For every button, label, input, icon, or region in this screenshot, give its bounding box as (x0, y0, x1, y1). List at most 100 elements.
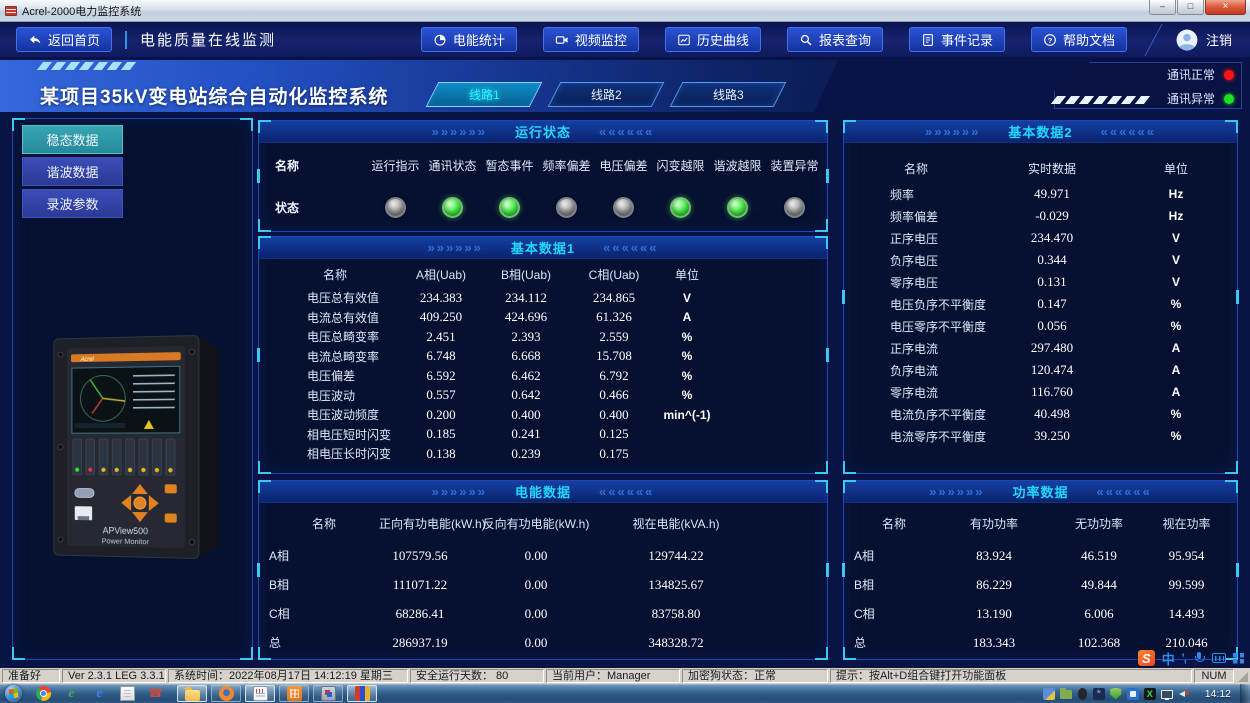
start-orb (5, 685, 22, 702)
divider (125, 31, 127, 49)
tray-folder-icon[interactable] (1060, 690, 1072, 699)
taskbar-app-explorer-folder-icon[interactable] (177, 685, 207, 702)
power-data-table: 名称有功功率无功功率视在功率A相83.92446.51995.954B相86.2… (844, 503, 1237, 657)
cell-value: 0.400 (481, 407, 571, 423)
nav-button-history-curve[interactable]: 历史曲线 (665, 27, 761, 52)
line-tabs: 线路1线路2线路3 (432, 82, 780, 107)
tray-mouse-icon[interactable] (1078, 688, 1087, 700)
row-label: 频率 (854, 186, 978, 203)
sidebar-item-稳态数据[interactable]: 稳态数据 (22, 125, 123, 154)
sogou-logo-icon[interactable]: S (1138, 650, 1155, 666)
row-label: 正序电流 (854, 340, 978, 357)
panel-titlebar: 基本数据1 (259, 237, 827, 259)
cell-value: 0.239 (481, 446, 571, 462)
row-label: 负序电流 (854, 362, 978, 379)
device-brand: Acrel (80, 357, 95, 363)
ie-blue-icon[interactable] (92, 686, 107, 701)
back-home-button[interactable]: 返回首页 (16, 27, 112, 52)
show-desktop-button[interactable] (1240, 684, 1250, 703)
ime-keyboard-icon[interactable] (1212, 653, 1226, 663)
taskbar-app-tools-app-icon[interactable] (313, 685, 343, 702)
sidebar-item-录波参数[interactable]: 录波参数 (22, 189, 123, 218)
table-header-row: 名称实时数据单位 (854, 153, 1227, 183)
tray-display-icon[interactable] (1161, 690, 1173, 699)
row-label: 电压波动 (269, 387, 401, 404)
row-label: 电压负序不平衡度 (854, 296, 978, 313)
table-row: 电压波动0.5570.6420.466% (269, 386, 817, 406)
ie-green-icon[interactable] (64, 686, 79, 701)
panel-title: 功率数据 (1012, 482, 1068, 501)
cell-value: % (657, 369, 717, 383)
nav-button-report-query[interactable]: 报表查询 (787, 27, 883, 52)
status-light-wrap (766, 197, 823, 218)
table-row: A相107579.560.00129744.22 (269, 541, 817, 570)
close-button[interactable]: × (1205, 0, 1246, 15)
panel-corner (815, 647, 828, 660)
nav-button-event-log[interactable]: 事件记录 (909, 27, 1005, 52)
maximize-button[interactable]: □ (1177, 0, 1204, 15)
nav-button-video-monitor[interactable]: 视频监控 (543, 27, 639, 52)
cell-value: 39.250 (978, 428, 1126, 444)
edge-tick (257, 169, 260, 183)
cell-value: 0.147 (978, 296, 1126, 312)
taskbar-app-firefox-icon[interactable] (211, 685, 241, 702)
notepad-icon[interactable] (120, 686, 135, 701)
start-button[interactable] (0, 684, 26, 703)
edge-tick (257, 563, 260, 577)
row-label: 电压波动频度 (269, 406, 401, 423)
tray-bluetooth-icon[interactable] (1093, 688, 1105, 700)
calendar-app-icon (287, 686, 302, 701)
table-row: 电压负序不平衡度0.147% (854, 293, 1227, 315)
tray-volume-icon[interactable] (1178, 688, 1190, 700)
column-header: 名称 (854, 160, 978, 177)
panel-title: 运行状态 (515, 122, 571, 141)
history-curve-icon (677, 33, 691, 47)
table-row: 正序电流297.480A (854, 337, 1227, 359)
nav-button-energy-stats[interactable]: 电能统计 (421, 27, 517, 52)
decor-arrows-icon (427, 241, 482, 254)
panel-corner (240, 118, 253, 131)
nav-button-label: 报表查询 (819, 30, 871, 49)
cell-value: A (1126, 363, 1226, 377)
chrome-icon[interactable] (36, 686, 51, 701)
event-log-icon (921, 33, 935, 47)
top-navbar: 返回首页 电能质量在线监测 电能统计视频监控历史曲线报表查询事件记录?帮助文档 … (0, 22, 1250, 57)
tab-线路1[interactable]: 线路1 (426, 82, 543, 107)
ime-cn-mode-icon[interactable]: 中 (1162, 650, 1175, 666)
cell-value: 409.250 (401, 309, 481, 325)
minimize-button[interactable]: – (1149, 0, 1176, 15)
nav-button-label: 视频监控 (575, 30, 627, 49)
ime-punct-icon[interactable]: ', (1182, 650, 1186, 666)
report-search-icon (799, 33, 813, 47)
dialer-icon[interactable] (148, 686, 163, 701)
tab-线路2[interactable]: 线路2 (548, 82, 665, 107)
tab-label: 线路2 (591, 86, 622, 103)
table-row: B相111071.220.00134825.67 (269, 570, 817, 599)
table-row: 相电压短时闪变0.1850.2410.125 (269, 425, 817, 445)
logout-button[interactable]: 注销 (1176, 29, 1232, 51)
tray-vnc-icon[interactable] (1144, 688, 1156, 700)
table-row: 负序电压0.344V (854, 249, 1227, 271)
tray-shield-icon[interactable] (1110, 688, 1122, 700)
cell-value: A (1126, 385, 1226, 399)
cell-value: 134825.67 (611, 577, 741, 593)
edge-tick (826, 563, 829, 577)
taskbar-app-media-app-icon[interactable] (347, 685, 377, 702)
nav-button-help-docs[interactable]: ?帮助文档 (1031, 27, 1127, 52)
taskbar-app-calendar-app-icon[interactable] (279, 685, 309, 702)
cell-value: 0.00 (461, 635, 611, 651)
ime-mic-icon[interactable] (1193, 650, 1205, 666)
statusbar-numlock: NUM (1194, 669, 1234, 683)
row-label: 电流总有效值 (269, 309, 401, 326)
tray-app-icon[interactable] (1043, 688, 1055, 700)
cell-value: 424.696 (481, 309, 571, 325)
sidebar-item-谐波数据[interactable]: 谐波数据 (22, 157, 123, 186)
tray-security-icon[interactable] (1127, 688, 1139, 700)
page-title: 电能质量在线监测 (140, 29, 276, 50)
nav-button-label: 历史曲线 (697, 30, 749, 49)
taskbar-clock[interactable]: 14:12 (1196, 688, 1240, 700)
decor-arrows-icon (599, 485, 654, 498)
taskbar-app-acrel-app-icon[interactable] (245, 685, 275, 702)
tab-线路3[interactable]: 线路3 (670, 82, 787, 107)
ime-grid-icon[interactable] (1233, 653, 1244, 664)
